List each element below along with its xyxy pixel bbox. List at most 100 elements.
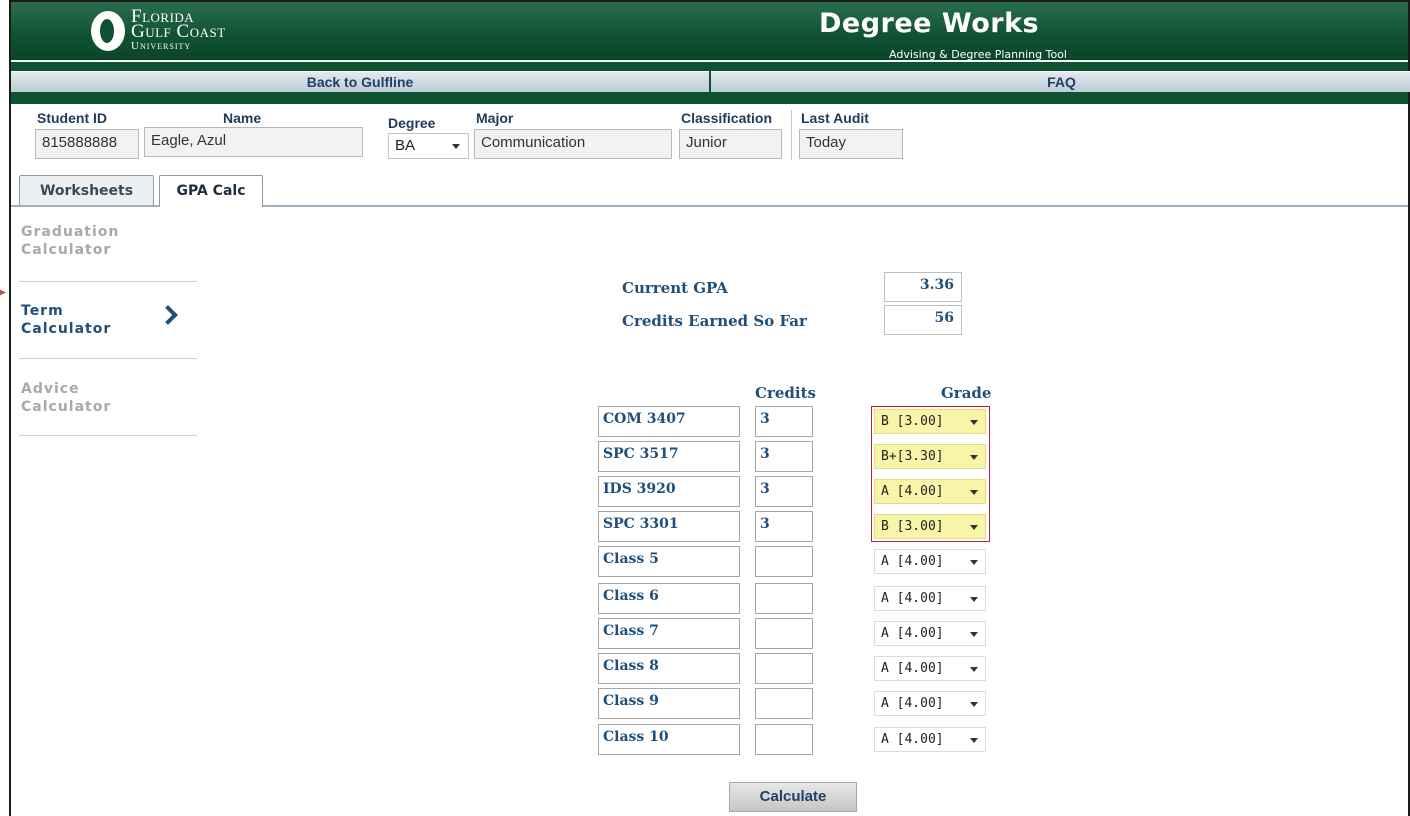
student-id-label: Student ID — [37, 110, 107, 126]
table-row: Class 6 A [4.00] — [11, 583, 1408, 615]
credits-input[interactable]: 3 — [755, 441, 813, 472]
grade-select-value: A [4.00] — [881, 591, 944, 606]
info-separator — [791, 110, 792, 160]
brand-title: Degree Works — [819, 8, 1040, 39]
faq-link[interactable]: FAQ — [711, 71, 1410, 92]
current-gpa-field[interactable]: 3.36 — [884, 272, 962, 302]
credits-input[interactable]: 3 — [755, 476, 813, 507]
current-gpa-label: Current GPA — [622, 279, 728, 297]
credits-earned-label: Credits Earned So Far — [622, 312, 807, 330]
grade-select[interactable]: A [4.00] — [874, 656, 986, 681]
degree-label: Degree — [388, 115, 436, 131]
credits-input[interactable] — [755, 724, 813, 755]
nav-bar: Back to Gulfline FAQ — [11, 62, 1410, 94]
degree-select[interactable]: BA — [388, 133, 469, 159]
chevron-down-icon — [970, 738, 978, 743]
grade-select-value: A [4.00] — [881, 484, 944, 499]
class-input[interactable]: Class 7 — [598, 618, 740, 649]
header-divider — [11, 94, 1408, 104]
class-input[interactable]: SPC 3517 — [598, 441, 740, 472]
logo-line-2: Gulf Coast — [131, 21, 226, 42]
credits-input[interactable] — [755, 546, 813, 577]
app-brand: Degree Works Advising & Degree Planning … — [819, 8, 1067, 61]
name-label: Name — [223, 110, 262, 126]
chevron-down-icon — [970, 525, 978, 530]
chevron-down-icon — [970, 560, 978, 565]
table-row: Class 7 A [4.00] — [11, 618, 1408, 650]
grade-select-value: B [3.00] — [881, 519, 944, 534]
grade-select[interactable]: A [4.00] — [874, 479, 986, 504]
grade-select-value: A [4.00] — [881, 732, 944, 747]
chevron-down-icon — [970, 490, 978, 495]
grade-select-value: A [4.00] — [881, 696, 944, 711]
menu-graduation-calculator[interactable]: Graduation Calculator — [21, 223, 197, 259]
grade-select[interactable]: B [3.00] — [874, 514, 986, 539]
class-input[interactable]: Class 5 — [598, 546, 740, 577]
chevron-down-icon — [970, 597, 978, 602]
classification-label: Classification — [681, 110, 773, 126]
menu-item-label: Calculator — [21, 242, 112, 258]
table-row: COM 3407 3 B [3.00] — [11, 406, 1408, 438]
chevron-down-icon — [970, 632, 978, 637]
class-input[interactable]: Class 8 — [598, 653, 740, 684]
chevron-down-icon — [970, 420, 978, 425]
chevron-down-icon — [970, 667, 978, 672]
class-input[interactable]: Class 10 — [598, 724, 740, 755]
menu-divider — [19, 281, 197, 282]
tab-gpa-calc[interactable]: GPA Calc — [159, 175, 263, 207]
menu-item-label: Advice — [21, 381, 80, 397]
table-row: Class 5 A [4.00] — [11, 546, 1408, 578]
name-field[interactable]: Eagle, Azul — [144, 127, 363, 157]
major-field[interactable]: Communication — [474, 129, 672, 159]
menu-term-calculator[interactable]: Term Calculator — [21, 302, 197, 338]
grade-select[interactable]: A [4.00] — [874, 549, 986, 574]
last-audit-field[interactable]: Today — [799, 129, 903, 159]
credits-input[interactable]: 3 — [755, 406, 813, 437]
menu-divider — [19, 358, 197, 359]
menu-item-label: Calculator — [21, 321, 112, 337]
table-row: IDS 3920 3 A [4.00] — [11, 476, 1408, 508]
grade-select[interactable]: B [3.00] — [874, 409, 986, 434]
app-frame: Florida Gulf Coast University Degree Wor… — [9, 0, 1410, 816]
classification-field[interactable]: Junior — [679, 129, 782, 159]
logo-mark-icon — [91, 11, 125, 51]
credits-input[interactable] — [755, 618, 813, 649]
grade-select[interactable]: A [4.00] — [874, 727, 986, 752]
back-to-gulfline-link[interactable]: Back to Gulfline — [11, 71, 709, 92]
grade-select-value: B [3.00] — [881, 414, 944, 429]
grade-select-value: A [4.00] — [881, 554, 944, 569]
grade-select-value: A [4.00] — [881, 661, 944, 676]
last-audit-label: Last Audit — [801, 110, 869, 126]
class-input[interactable]: COM 3407 — [598, 406, 740, 437]
credits-input[interactable] — [755, 688, 813, 719]
chevron-down-icon — [970, 702, 978, 707]
chevron-right-icon — [158, 305, 178, 325]
student-id-field[interactable]: 815888888 — [35, 129, 139, 159]
degree-select-value: BA — [395, 137, 416, 154]
menu-item-label: Term — [21, 303, 64, 319]
brand-subtitle: Advising & Degree Planning Tool — [889, 48, 1067, 61]
grade-select-value: B+[3.30] — [881, 449, 944, 464]
class-input[interactable]: Class 9 — [598, 688, 740, 719]
chevron-down-icon — [452, 144, 460, 149]
grade-select[interactable]: A [4.00] — [874, 621, 986, 646]
class-input[interactable]: Class 6 — [598, 583, 740, 614]
grade-column-header: Grade — [941, 384, 992, 402]
grade-select[interactable]: A [4.00] — [874, 586, 986, 611]
class-input[interactable]: IDS 3920 — [598, 476, 740, 507]
credits-input[interactable] — [755, 653, 813, 684]
logo-text: Florida Gulf Coast University — [131, 7, 226, 54]
university-logo: Florida Gulf Coast University — [91, 7, 291, 57]
grade-select[interactable]: A [4.00] — [874, 691, 986, 716]
credits-input[interactable]: 3 — [755, 511, 813, 542]
tab-worksheets[interactable]: Worksheets — [19, 175, 154, 206]
table-row: SPC 3517 3 B+[3.30] — [11, 441, 1408, 473]
class-input[interactable]: SPC 3301 — [598, 511, 740, 542]
table-row: SPC 3301 3 B [3.00] — [11, 511, 1408, 543]
table-row: Class 9 A [4.00] — [11, 688, 1408, 720]
grade-select[interactable]: B+[3.30] — [874, 444, 986, 469]
credits-earned-field[interactable]: 56 — [884, 305, 962, 335]
calculate-button[interactable]: Calculate — [729, 782, 857, 812]
menu-item-label: Graduation — [21, 224, 120, 240]
credits-input[interactable] — [755, 583, 813, 614]
